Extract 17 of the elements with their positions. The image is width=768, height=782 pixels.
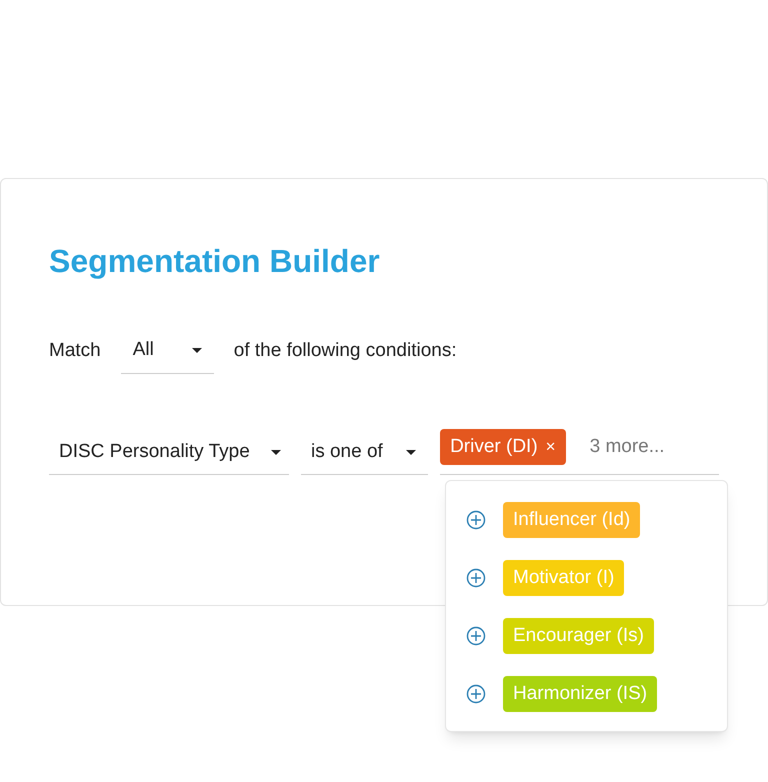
remove-button[interactable]: × [546, 434, 556, 460]
caret-icon [192, 348, 202, 353]
add-icon[interactable] [466, 510, 486, 530]
match-suffix: of the following conditions: [234, 338, 457, 363]
add-icon[interactable] [466, 568, 486, 588]
selected-tag: Driver (DI) × [440, 429, 566, 465]
more-count: 3 more... [590, 434, 665, 459]
operator-dropdown[interactable]: is one of [300, 431, 428, 475]
match-dropdown[interactable]: All [120, 328, 214, 374]
add-icon[interactable] [466, 626, 486, 646]
page-title: Segmentation Builder [49, 242, 381, 281]
field-dropdown[interactable]: DISC Personality Type [49, 431, 289, 475]
caret-icon [406, 450, 416, 455]
caret-icon [270, 450, 281, 455]
match-label: Match [49, 338, 101, 363]
add-icon[interactable] [466, 684, 486, 704]
tag-input[interactable]: Driver (DI) × 3 more... [440, 429, 719, 475]
